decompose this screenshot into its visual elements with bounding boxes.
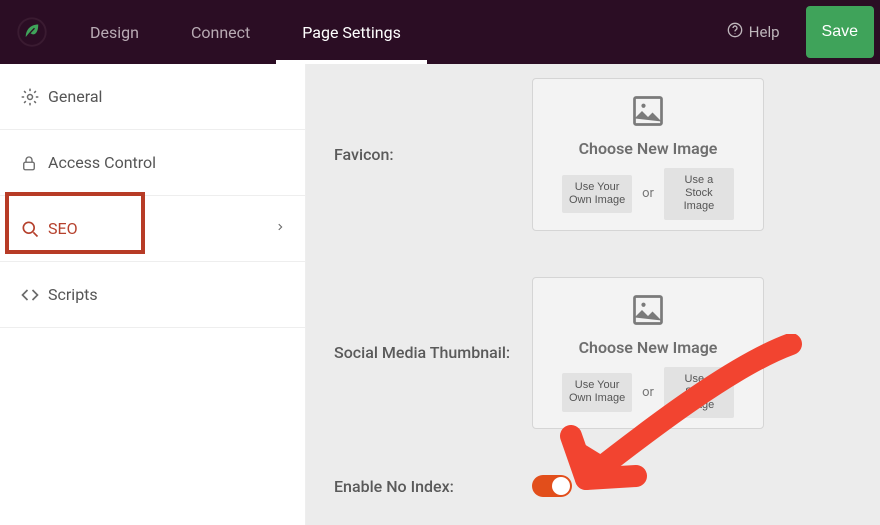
lock-icon — [20, 154, 48, 172]
use-own-image-button[interactable]: Use Your Own Image — [562, 175, 632, 213]
sidebar-item-label: General — [48, 87, 102, 106]
app-logo — [0, 0, 64, 64]
or-text: or — [642, 186, 654, 201]
toggle-knob — [552, 477, 570, 495]
image-placeholder-icon — [630, 292, 666, 332]
sidebar: General Access Control SEO Scripts — [0, 64, 306, 525]
help-icon — [727, 22, 743, 42]
tab-label: Connect — [191, 23, 250, 42]
use-own-image-button[interactable]: Use Your Own Image — [562, 373, 632, 411]
gear-icon — [20, 87, 48, 107]
tab-label: Design — [90, 23, 139, 42]
sidebar-item-label: SEO — [48, 219, 78, 238]
favicon-row: Favicon: Choose New Image Use Your Own I… — [334, 78, 852, 231]
header-tabs: Design Connect Page Settings — [64, 0, 427, 64]
main-area: General Access Control SEO Scripts — [0, 64, 880, 525]
save-button[interactable]: Save — [806, 6, 874, 58]
tab-page-settings[interactable]: Page Settings — [276, 0, 427, 64]
sidebar-item-seo[interactable]: SEO — [0, 196, 305, 262]
sidebar-item-general[interactable]: General — [0, 64, 305, 130]
top-bar: Design Connect Page Settings Help Save — [0, 0, 880, 64]
use-stock-image-button[interactable]: Use a Stock Image — [664, 168, 734, 220]
use-stock-image-button[interactable]: Use a Stock Image — [664, 367, 734, 419]
content-panel: Favicon: Choose New Image Use Your Own I… — [306, 64, 880, 525]
social-row: Social Media Thumbnail: Choose New Image… — [334, 277, 852, 430]
social-card: Choose New Image Use Your Own Image or U… — [532, 277, 764, 430]
header-right: Help Save — [727, 0, 880, 64]
tab-connect[interactable]: Connect — [165, 0, 276, 64]
sidebar-item-access[interactable]: Access Control — [0, 130, 305, 196]
favicon-label: Favicon: — [334, 145, 532, 164]
image-placeholder-icon — [630, 93, 666, 133]
choose-image-label[interactable]: Choose New Image — [579, 338, 718, 357]
favicon-button-row: Use Your Own Image or Use a Stock Image — [543, 168, 753, 220]
noindex-row: Enable No Index: — [334, 475, 852, 497]
help-label: Help — [749, 23, 780, 41]
noindex-toggle[interactable] — [532, 475, 572, 497]
chevron-right-icon — [275, 219, 285, 238]
code-icon — [20, 285, 48, 305]
sidebar-item-label: Scripts — [48, 285, 98, 304]
noindex-label: Enable No Index: — [334, 477, 532, 496]
help-link[interactable]: Help — [727, 22, 792, 42]
social-button-row: Use Your Own Image or Use a Stock Image — [543, 367, 753, 419]
tab-design[interactable]: Design — [64, 0, 165, 64]
choose-image-label[interactable]: Choose New Image — [579, 139, 718, 158]
search-icon — [20, 219, 48, 239]
tab-label: Page Settings — [302, 23, 401, 42]
sidebar-item-scripts[interactable]: Scripts — [0, 262, 305, 328]
or-text: or — [642, 385, 654, 400]
sidebar-item-label: Access Control — [48, 153, 156, 172]
social-label: Social Media Thumbnail: — [334, 343, 532, 362]
favicon-card: Choose New Image Use Your Own Image or U… — [532, 78, 764, 231]
